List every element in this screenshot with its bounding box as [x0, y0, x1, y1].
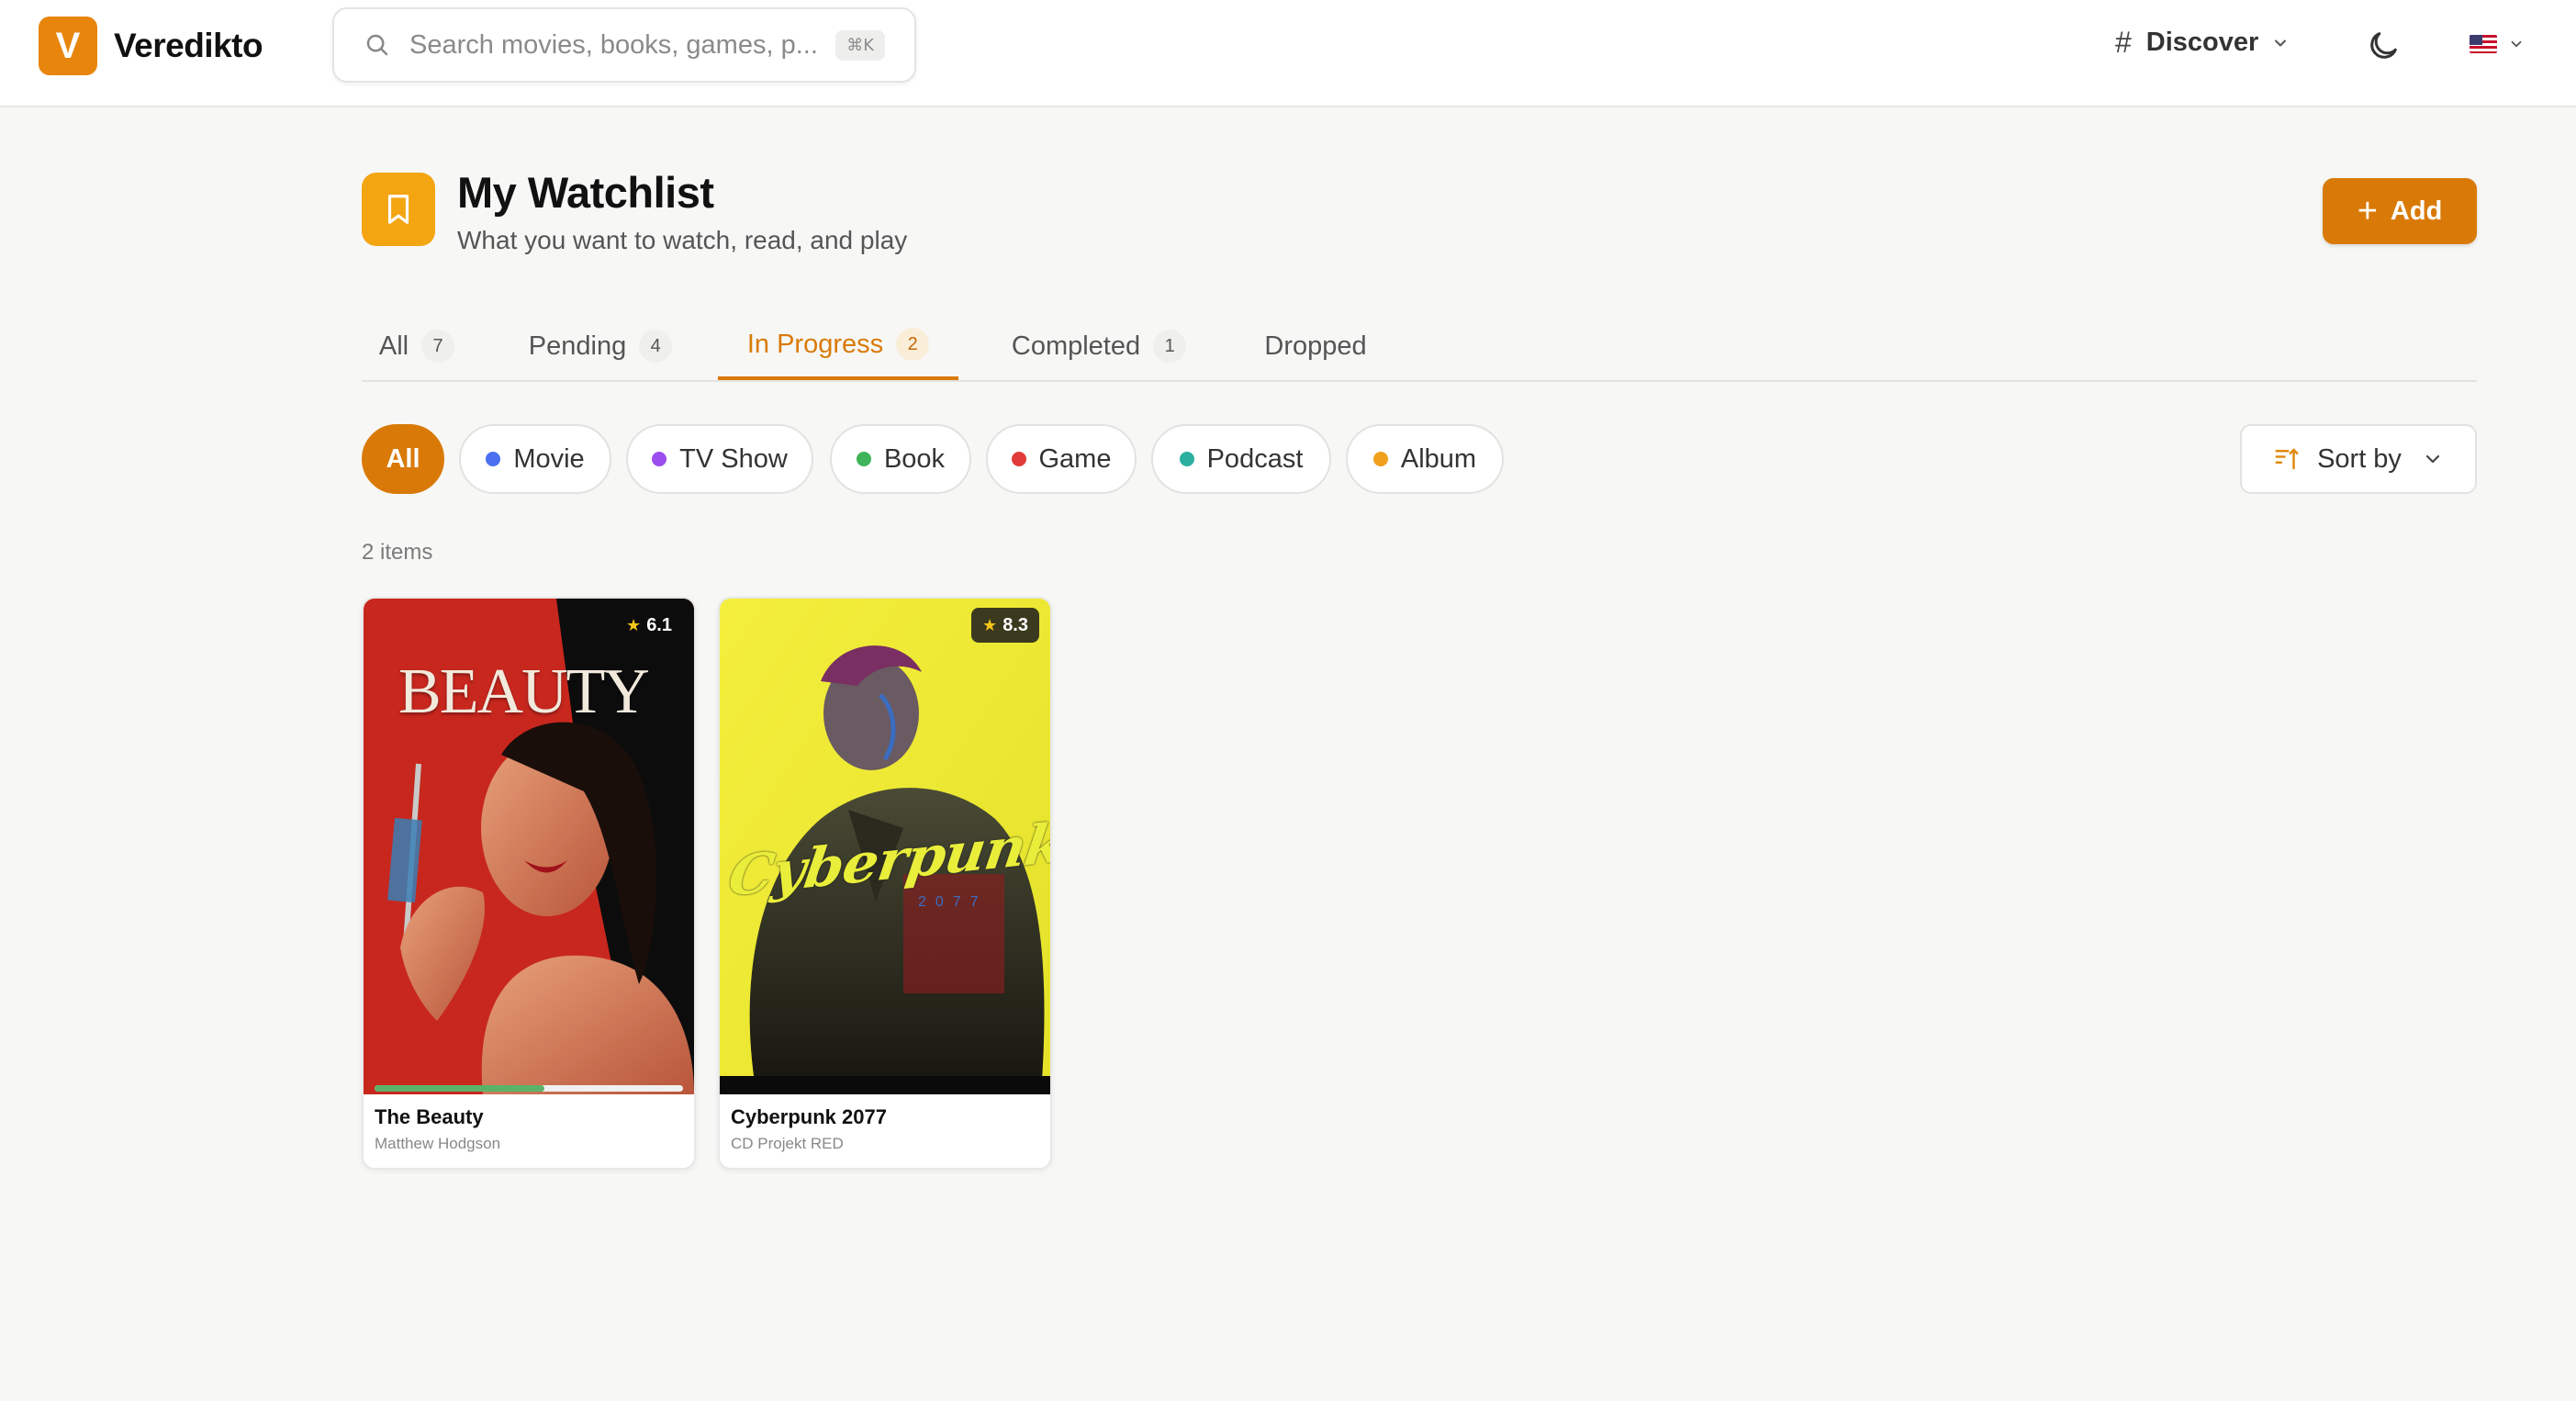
book-color-dot — [856, 452, 871, 466]
tab-all[interactable]: All 7 — [362, 312, 472, 380]
tab-label: All — [378, 331, 409, 361]
sort-dropdown[interactable]: Sort by — [2240, 424, 2477, 494]
chip-label: TV Show — [679, 443, 788, 474]
progress-bar — [375, 1085, 683, 1092]
add-button[interactable]: + Add — [2323, 178, 2477, 244]
rating-value: 6.1 — [646, 614, 672, 635]
chevron-down-icon — [2425, 454, 2440, 464]
chip-label: Book — [883, 443, 946, 474]
app-logo[interactable]: V Veredikto — [39, 17, 263, 75]
tab-count: 4 — [639, 330, 673, 363]
search-input[interactable] — [408, 28, 836, 62]
tab-pending[interactable]: Pending 4 — [509, 312, 692, 380]
logo-mark: V — [39, 17, 97, 75]
plus-icon: + — [2357, 192, 2378, 230]
watchlist-card-cyberpunk-2077[interactable]: Cyberpunk 2077 ★ 8.3 Cyberpunk 2077 CD P… — [718, 597, 1052, 1170]
tab-count: 7 — [421, 330, 455, 363]
tab-in-progress[interactable]: In Progress 2 — [718, 312, 958, 380]
filter-chip-book[interactable]: Book — [830, 424, 971, 494]
rating-badge: ★ 6.1 — [615, 608, 683, 643]
us-flag-icon — [2470, 35, 2497, 53]
chip-label: All — [386, 443, 420, 474]
watchlist-icon-badge — [362, 173, 435, 246]
search-shortcut-badge: ⌘K — [835, 29, 885, 61]
language-selector[interactable] — [2470, 35, 2525, 53]
game-color-dot — [1011, 452, 1026, 466]
sort-icon — [2275, 448, 2299, 470]
tab-dropped[interactable]: Dropped — [1238, 312, 1394, 380]
filter-chip-podcast[interactable]: Podcast — [1151, 424, 1331, 494]
app-name: Veredikto — [114, 27, 263, 64]
rating-value: 8.3 — [1002, 614, 1028, 635]
bookmark-icon — [387, 195, 409, 224]
podcast-color-dot — [1179, 452, 1194, 466]
add-button-label: Add — [2390, 196, 2443, 226]
card-subtitle: CD Projekt RED — [731, 1135, 844, 1152]
chip-label: Game — [1038, 443, 1112, 474]
chip-label: Album — [1400, 443, 1477, 474]
movie-color-dot — [486, 452, 501, 466]
filter-chip-tv-show[interactable]: TV Show — [626, 424, 813, 494]
cover-subtitle-text: 2077 — [918, 894, 988, 910]
tab-count: 2 — [896, 328, 930, 361]
tab-completed[interactable]: Completed 1 — [984, 312, 1214, 380]
rating-badge: ★ 8.3 — [971, 608, 1039, 643]
top-bar: V Veredikto ⌘K # Discover — [0, 0, 2576, 107]
discover-menu[interactable]: # Discover — [2115, 26, 2290, 60]
page-subtitle: What you want to watch, read, and play — [457, 226, 908, 254]
sort-label: Sort by — [2317, 443, 2402, 474]
card-subtitle: Matthew Hodgson — [375, 1135, 501, 1152]
watchlist-card-the-beauty[interactable]: BEAUTY ★ 6.1 The Beauty Matthew Hodgson — [362, 597, 696, 1170]
filter-chip-movie[interactable]: Movie — [459, 424, 611, 494]
card-title: Cyberpunk 2077 — [731, 1105, 887, 1128]
theme-toggle-button[interactable] — [2365, 28, 2402, 69]
search-icon — [366, 34, 388, 56]
card-title: The Beauty — [375, 1105, 484, 1128]
page-title: My Watchlist — [457, 168, 714, 217]
cover-title-text: BEAUTY — [398, 656, 650, 727]
chevron-down-icon — [2275, 39, 2287, 46]
star-icon: ★ — [626, 615, 642, 634]
moon-icon — [2370, 32, 2397, 59]
tab-label: Pending — [528, 331, 627, 361]
filter-chip-game[interactable]: Game — [986, 424, 1137, 494]
filter-chip-album[interactable]: Album — [1346, 424, 1504, 494]
cover-image-cyberpunk-2077: Cyberpunk 2077 ★ 8.3 — [720, 599, 1050, 1094]
tv-show-color-dot — [652, 452, 667, 466]
status-tabs: All 7 Pending 4 In Progress 2 Completed … — [362, 312, 2477, 382]
tab-label: Completed — [1011, 331, 1141, 361]
album-color-dot — [1372, 452, 1388, 466]
tab-label: Dropped — [1264, 331, 1367, 361]
search-bar[interactable]: ⌘K — [332, 7, 916, 83]
items-count: 2 items — [362, 540, 433, 565]
cover-image-the-beauty: BEAUTY ★ 6.1 — [364, 599, 694, 1094]
tab-count: 1 — [1153, 330, 1187, 363]
chevron-down-icon — [2511, 40, 2522, 48]
hash-icon: # — [2115, 26, 2132, 59]
filter-chip-all[interactable]: All — [362, 424, 444, 494]
chip-label: Movie — [513, 443, 585, 474]
discover-label: Discover — [2145, 28, 2259, 57]
progress-bar-fill — [375, 1085, 544, 1092]
star-icon: ★ — [982, 615, 998, 634]
chip-label: Podcast — [1206, 443, 1304, 474]
tab-label: In Progress — [746, 329, 884, 359]
